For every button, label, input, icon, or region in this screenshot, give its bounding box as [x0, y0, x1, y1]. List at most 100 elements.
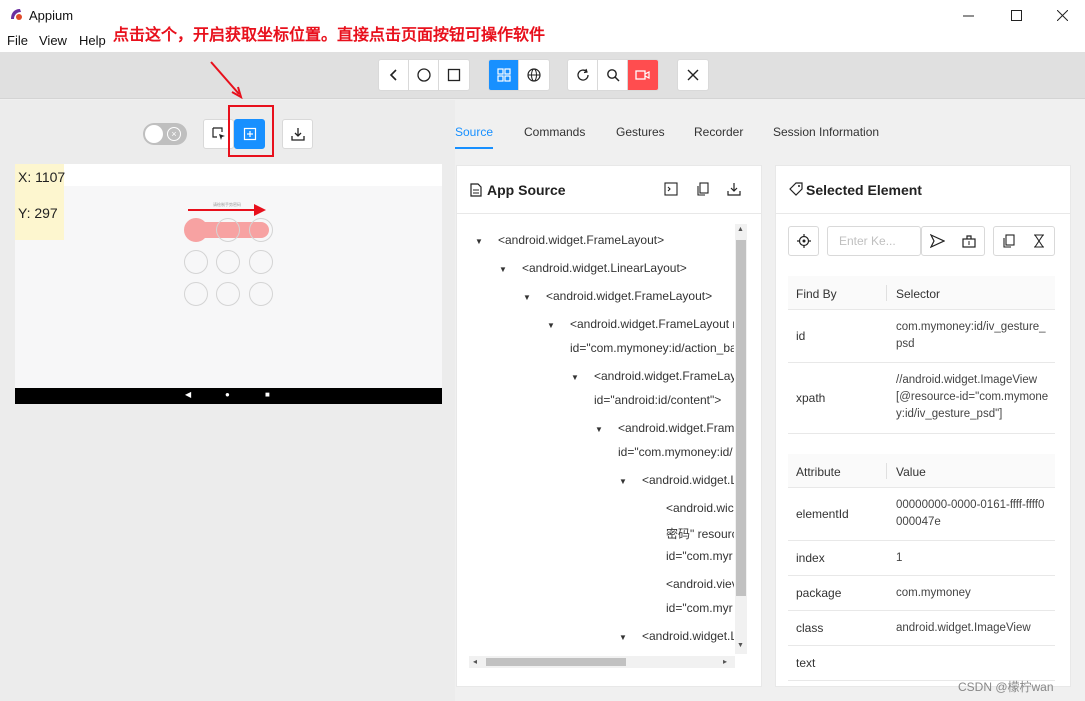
gesture-dot[interactable] — [216, 218, 240, 242]
terminal-icon[interactable] — [664, 182, 678, 196]
column-separator — [886, 285, 887, 301]
table-row[interactable]: elementId 00000000-0000-0161-ffff-ffff00… — [788, 488, 1055, 541]
tree-node[interactable]: <android.widget.Fram — [618, 421, 734, 435]
minimize-icon — [962, 15, 974, 16]
send-icon[interactable] — [930, 234, 945, 248]
coordinate-x: X: 1107 — [18, 169, 66, 185]
vertical-scroll-thumb[interactable] — [736, 240, 746, 596]
device-screenshot[interactable]: 请绘制手势密码 ◀ ● ■ — [15, 164, 442, 404]
back-button[interactable] — [379, 60, 409, 90]
download-screenshot-button[interactable] — [282, 119, 313, 149]
quit-session-button[interactable] — [678, 60, 708, 90]
app-source-card: App Source ▼ <android.widget.FrameLayout… — [456, 165, 762, 687]
attribute-key: index — [796, 551, 825, 565]
download-icon[interactable] — [727, 182, 741, 196]
expand-caret-icon[interactable]: ▼ — [571, 373, 579, 382]
select-elements-icon — [211, 127, 225, 140]
scroll-down-icon[interactable]: ▼ — [737, 642, 744, 649]
active-tab-indicator — [455, 147, 493, 149]
expand-caret-icon[interactable]: ▼ — [499, 265, 507, 274]
tap-element-button[interactable] — [788, 226, 819, 256]
quit-session-icon — [687, 69, 699, 81]
device-nav-group — [378, 59, 470, 91]
tree-node[interactable]: <android.widget.LinearLayout> — [522, 261, 687, 275]
expand-caret-icon[interactable]: ▼ — [595, 425, 603, 434]
device-recents-icon[interactable]: ■ — [265, 390, 270, 399]
tree-node[interactable]: <android.widget.FrameLay — [594, 369, 734, 383]
copy-attributes-icon[interactable] — [1002, 234, 1016, 248]
gesture-dot[interactable] — [184, 250, 208, 274]
gesture-dot[interactable] — [249, 250, 273, 274]
app-switch-button[interactable] — [439, 60, 469, 90]
tree-node-attr: id="com.myr — [666, 601, 733, 615]
gesture-dot[interactable] — [249, 282, 273, 306]
clear-icon[interactable] — [962, 234, 976, 248]
table-row[interactable]: id com.mymoney:id/iv_gesture_psd — [788, 310, 1055, 363]
toggle-off-icon: × — [167, 127, 181, 141]
tree-node[interactable]: <android.widget.L — [642, 473, 734, 487]
expand-caret-icon[interactable]: ▼ — [523, 293, 531, 302]
search-button[interactable] — [598, 60, 628, 90]
tree-node[interactable]: <android.viev — [666, 577, 734, 591]
app-source-header: App Source — [457, 166, 761, 214]
record-button[interactable] — [628, 60, 658, 90]
web-mode-button[interactable] — [519, 60, 549, 90]
tab-source[interactable]: Source — [455, 125, 493, 139]
tree-node-attr: id="com.myr — [666, 549, 733, 563]
attributes-table-header: Attribute Value — [788, 454, 1055, 488]
tree-node[interactable]: <android.wic — [666, 501, 734, 515]
gesture-dot[interactable] — [249, 218, 273, 242]
home-button[interactable] — [409, 60, 439, 90]
gesture-dot[interactable] — [184, 282, 208, 306]
maximize-button[interactable] — [993, 0, 1039, 30]
web-mode-icon — [527, 68, 541, 82]
quit-group — [677, 59, 709, 91]
download-screenshot-icon — [290, 128, 305, 141]
copy-icon[interactable] — [696, 182, 710, 196]
tree-node[interactable]: <android.widget.L — [642, 629, 734, 643]
gesture-dot[interactable] — [184, 218, 208, 242]
tree-node[interactable]: <android.widget.FrameLayout r — [570, 317, 734, 331]
close-window-button[interactable] — [1039, 0, 1085, 30]
gesture-dot[interactable] — [216, 250, 240, 274]
screenshot-toggle[interactable]: × — [143, 123, 187, 145]
horizontal-scrollbar[interactable]: ◂ ▸ — [469, 656, 735, 668]
expand-caret-icon[interactable]: ▼ — [475, 237, 483, 246]
refresh-button[interactable] — [568, 60, 598, 90]
table-row[interactable]: index 1 — [788, 541, 1055, 576]
annotation-text: 点击这个，开启获取坐标位置。直接点击页面按钮可操作软件 — [113, 25, 546, 44]
tree-node[interactable]: <android.widget.FrameLayout> — [546, 289, 712, 303]
device-back-icon[interactable]: ◀ — [185, 390, 191, 399]
native-mode-button[interactable] — [489, 60, 519, 90]
find-by-header: Find By — [796, 287, 837, 301]
vertical-scrollbar[interactable]: ▲ ▼ — [735, 224, 747, 654]
tab-gestures[interactable]: Gestures — [616, 125, 665, 139]
menu-view[interactable]: View — [39, 33, 67, 48]
expand-caret-icon[interactable]: ▼ — [619, 477, 627, 486]
table-row[interactable]: xpath //android.widget.ImageView[@resour… — [788, 363, 1055, 434]
menu-help[interactable]: Help — [79, 33, 106, 48]
send-keys-input[interactable]: Enter Ke... — [827, 226, 921, 256]
tab-commands[interactable]: Commands — [524, 125, 585, 139]
scroll-left-icon[interactable]: ◂ — [473, 657, 477, 666]
device-home-icon[interactable]: ● — [225, 390, 230, 399]
expand-caret-icon[interactable]: ▼ — [547, 321, 555, 330]
scroll-up-icon[interactable]: ▲ — [737, 226, 744, 233]
gesture-dot[interactable] — [216, 282, 240, 306]
timing-icon[interactable] — [1033, 234, 1045, 248]
tab-recorder[interactable]: Recorder — [694, 125, 743, 139]
scroll-right-icon[interactable]: ▸ — [723, 657, 727, 666]
selected-element-header: Selected Element — [776, 166, 1070, 214]
tab-session-information[interactable]: Session Information — [773, 125, 879, 139]
attribute-value: 1 — [896, 552, 903, 564]
table-row[interactable]: text — [788, 646, 1055, 681]
minimize-button[interactable] — [945, 0, 991, 30]
menu-file[interactable]: File — [7, 33, 28, 48]
horizontal-scroll-thumb[interactable] — [486, 658, 626, 666]
refresh-icon — [576, 68, 589, 81]
expand-caret-icon[interactable]: ▼ — [619, 633, 627, 642]
attribute-value: android.widget.ImageView — [896, 622, 1031, 634]
table-row[interactable]: package com.mymoney — [788, 576, 1055, 611]
table-row[interactable]: class android.widget.ImageView — [788, 611, 1055, 646]
tree-node[interactable]: <android.widget.FrameLayout> — [498, 233, 664, 247]
